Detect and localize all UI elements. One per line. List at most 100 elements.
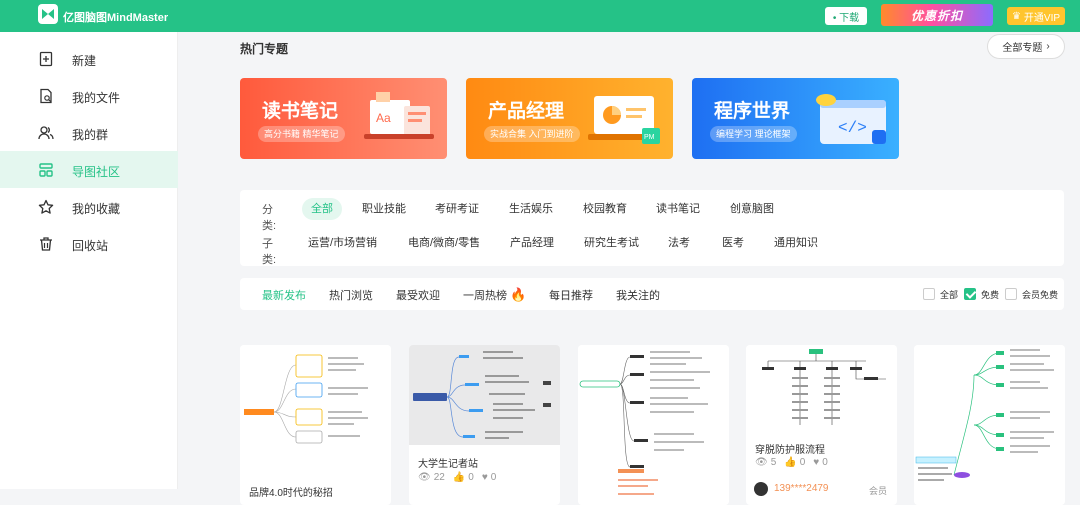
- filter-member-free-checkbox[interactable]: [1005, 288, 1017, 300]
- likes-stat[interactable]: 👍 0: [784, 457, 805, 468]
- mindmap-card[interactable]: [914, 345, 1065, 505]
- banner-subtitle: 实战合集 入门到进阶: [484, 126, 580, 142]
- mindmap-card[interactable]: 品牌4.0时代的秘招: [240, 345, 391, 505]
- all-topics-button[interactable]: 全部专题 ›: [987, 34, 1065, 59]
- subcategory-law-exam[interactable]: 法考: [668, 232, 690, 254]
- code-window-illustration-icon: </>: [816, 94, 886, 144]
- banner-product-manager[interactable]: 产品经理 实战合集 入门到进阶 PM: [466, 78, 673, 159]
- mindmap-thumbnail: [746, 345, 897, 433]
- tab-daily-picks[interactable]: 每日推荐: [549, 287, 593, 303]
- group-icon: [38, 126, 54, 140]
- card-stats: 👁 22 👍 0 ♥ 0: [418, 472, 496, 483]
- svg-text:Aa: Aa: [376, 111, 391, 125]
- tab-latest[interactable]: 最新发布: [262, 287, 306, 303]
- my-files-icon: [40, 88, 52, 104]
- favorites-stat[interactable]: ♥ 0: [482, 472, 497, 483]
- star-icon: [38, 199, 54, 214]
- mindmap-thumbnail: [578, 345, 729, 505]
- card-title: 穿脱防护服流程: [755, 445, 825, 456]
- banner-title: 读书笔记: [262, 101, 339, 122]
- mindmap-thumbnail: [409, 345, 560, 445]
- promo-banner[interactable]: 优惠折扣: [881, 4, 993, 26]
- filter-free-label: 免费: [981, 290, 1000, 300]
- sidebar-item-community[interactable]: 导图社区: [0, 151, 178, 188]
- subcategory-marketing[interactable]: 运营/市场营销: [308, 232, 377, 254]
- card-title: 品牌4.0时代的秘招: [249, 488, 333, 499]
- sidebar-item-label: 导图社区: [72, 165, 121, 179]
- favorites-count: 0: [490, 472, 497, 483]
- mindmap-card[interactable]: 穿脱防护服流程 👁 5 👍 0 ♥ 0 139****2479 会员: [746, 345, 897, 505]
- mindmap-card[interactable]: [578, 345, 729, 505]
- views-stat: 👁 5: [755, 457, 776, 468]
- category-lifestyle[interactable]: 生活娱乐: [509, 198, 553, 220]
- category-career-skills[interactable]: 职业技能: [362, 198, 406, 220]
- category-filter-panel: 分类: 全部 职业技能 考研考证 生活娱乐 校园教育 读书笔记 创意脑图 子类:…: [240, 190, 1064, 266]
- filter-all-checkbox[interactable]: [923, 288, 935, 300]
- sidebar-item-my-files[interactable]: 我的文件: [0, 77, 178, 114]
- sidebar-item-label: 我的文件: [72, 91, 121, 105]
- subcategory-ecommerce[interactable]: 电商/微商/零售: [408, 232, 480, 254]
- new-file-icon: [39, 51, 53, 67]
- banner-programming-world[interactable]: 程序世界 编程学习 理论框架 </>: [692, 78, 899, 159]
- tab-hot-views[interactable]: 热门浏览: [329, 287, 373, 303]
- mindmap-card[interactable]: 大学生记者站 👁 22 👍 0 ♥ 0: [409, 345, 560, 505]
- sidebar-item-trash[interactable]: 回收站: [0, 225, 178, 262]
- tab-label: 一周热榜: [463, 290, 507, 302]
- category-creative-maps[interactable]: 创意脑图: [730, 198, 774, 220]
- filter-member-free-label: 会员免费: [1022, 290, 1059, 300]
- book-illustration-icon: Aa: [364, 92, 434, 139]
- subcategory-general[interactable]: 通用知识: [774, 232, 818, 254]
- card-title: 大学生记者站: [418, 459, 478, 470]
- category-education[interactable]: 校园教育: [583, 198, 627, 220]
- section-title: 热门专题: [240, 42, 289, 56]
- sidebar-item-label: 我的收藏: [72, 202, 121, 216]
- eye-icon: 👁: [418, 472, 431, 483]
- sidebar-item-label: 新建: [72, 54, 97, 68]
- favorites-count: 0: [822, 457, 828, 468]
- sidebar-item-my-group[interactable]: 我的群: [0, 114, 178, 151]
- subcategory-grad-exam[interactable]: 研究生考试: [584, 232, 639, 254]
- sort-tabs-bar: 最新发布 热门浏览 最受欢迎 一周热榜 🔥 每日推荐 我关注的 全部 免费 会员…: [240, 278, 1064, 310]
- member-badge: 会员: [868, 486, 887, 496]
- subcategory-medical-exam[interactable]: 医考: [722, 232, 744, 254]
- mindmaster-logo-icon: [38, 4, 58, 24]
- tab-weekly-top[interactable]: 一周热榜 🔥: [463, 287, 526, 303]
- heart-icon: ♥: [481, 472, 488, 483]
- svg-text:PM: PM: [644, 134, 655, 141]
- fire-icon: 🔥: [510, 287, 527, 302]
- sidebar-item-label: 我的群: [72, 128, 109, 142]
- crown-icon: ♛: [1011, 10, 1021, 22]
- sidebar-item-label: 回收站: [72, 239, 109, 253]
- likes-stat[interactable]: 👍 0: [453, 472, 474, 483]
- tab-following[interactable]: 我关注的: [616, 287, 660, 303]
- sidebar-item-new[interactable]: 新建: [0, 40, 178, 77]
- banner-subtitle: 编程学习 理论框架: [710, 126, 797, 142]
- category-exams[interactable]: 考研考证: [435, 198, 479, 220]
- vip-label: 开通VIP: [1023, 12, 1061, 24]
- views-count: 22: [433, 472, 445, 483]
- presentation-illustration-icon: PM: [588, 96, 660, 144]
- all-topics-label: 全部专题: [1002, 43, 1043, 54]
- tab-most-liked[interactable]: 最受欢迎: [396, 287, 440, 303]
- filter-free-checkbox[interactable]: [964, 288, 976, 300]
- card-stats: 👁 5 👍 0 ♥ 0: [755, 457, 828, 468]
- filter-all-label: 全部: [940, 290, 959, 300]
- top-bar: 亿图脑图MindMaster • 下载 优惠折扣 ♛ 开通VIP: [0, 0, 1080, 32]
- banner-title: 产品经理: [488, 101, 565, 122]
- heart-icon: ♥: [813, 457, 820, 468]
- likes-count: 0: [468, 472, 474, 483]
- author-avatar[interactable]: [754, 482, 768, 496]
- subcategory-product-manager[interactable]: 产品经理: [510, 232, 554, 254]
- banner-reading-notes[interactable]: 读书笔记 高分书籍 精华笔记 Aa: [240, 78, 447, 159]
- main-content: 热门专题 全部专题 › 读书笔记 高分书籍 精华笔记 Aa 产品经理 实战合集 …: [178, 32, 1080, 505]
- subcategory-label: 子类:: [262, 238, 277, 266]
- vip-button[interactable]: ♛ 开通VIP: [1007, 7, 1065, 25]
- download-button[interactable]: • 下载: [825, 7, 867, 25]
- category-reading-notes[interactable]: 读书笔记: [656, 198, 700, 220]
- favorites-stat[interactable]: ♥ 0: [813, 457, 828, 468]
- banner-subtitle: 高分书籍 精华笔记: [258, 126, 345, 142]
- category-all[interactable]: 全部: [302, 198, 342, 220]
- brand-name: 亿图脑图MindMaster: [63, 12, 169, 24]
- sidebar-item-favorites[interactable]: 我的收藏: [0, 188, 178, 225]
- chevron-right-icon: ›: [1046, 41, 1050, 52]
